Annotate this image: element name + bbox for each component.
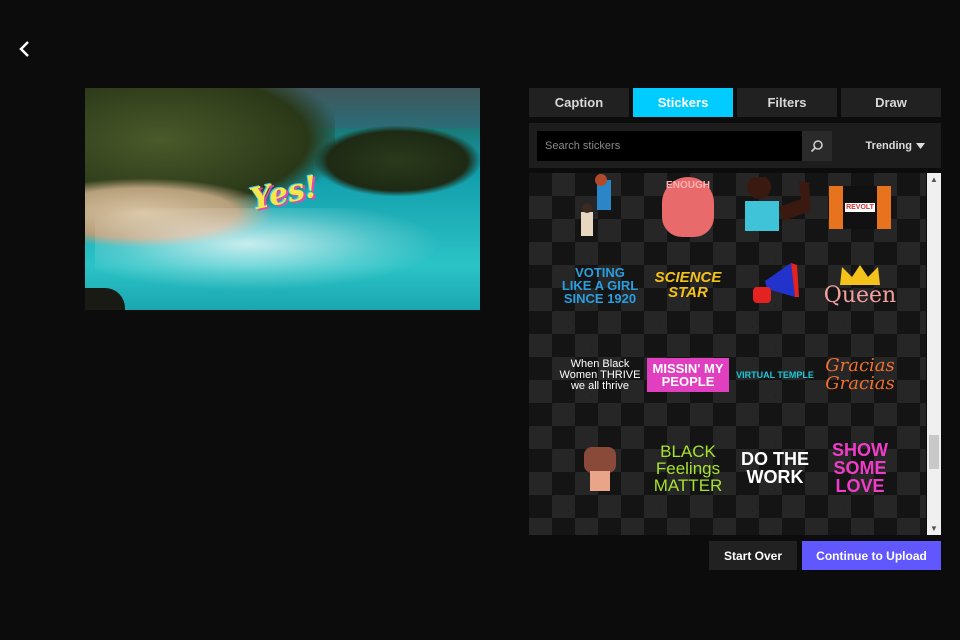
- sticker-missin-my-people[interactable]: MISSIN' MY PEOPLE: [647, 335, 729, 415]
- scrollbar-thumb[interactable]: [929, 435, 939, 469]
- raised-fist-icon: [584, 447, 616, 491]
- editor-tabs: Caption Stickers Filters Draw: [529, 88, 941, 117]
- tab-draw[interactable]: Draw: [841, 88, 941, 117]
- sticker-search-bar: Trending: [529, 123, 941, 168]
- tab-filters[interactable]: Filters: [737, 88, 837, 117]
- sticker-virtual-temple[interactable]: VIRTUAL TEMPLE: [734, 335, 816, 415]
- back-chevron-icon[interactable]: [14, 38, 36, 60]
- gif-preview: Yes!: [85, 88, 480, 310]
- sticker-voting[interactable]: VOTING LIKE A GIRL SINCE 1920: [559, 245, 641, 325]
- sticker-queen[interactable]: Queen: [819, 245, 901, 325]
- scroll-down-arrow-icon[interactable]: ▼: [930, 524, 938, 533]
- flexing-arm-icon: [745, 177, 811, 231]
- sticker-do-the-work[interactable]: DO THE WORK: [734, 428, 816, 508]
- crown-icon: [840, 265, 880, 285]
- sticker-thrive[interactable]: When Black Women THRIVE we all thrive: [559, 335, 641, 415]
- people-helping-icon: [581, 174, 611, 236]
- editor-panel: Caption Stickers Filters Draw Trending: [529, 88, 941, 168]
- search-input[interactable]: [537, 130, 802, 161]
- sticker-helping-hand[interactable]: [559, 173, 641, 247]
- sticker-raised-fist[interactable]: [559, 428, 641, 508]
- continue-to-upload-button[interactable]: Continue to Upload: [802, 541, 941, 570]
- search-icon: [810, 139, 823, 152]
- caret-down-icon: [916, 142, 925, 149]
- sticker-megaphone[interactable]: [734, 245, 816, 325]
- sticker-grid: ENOUGH REVOLT VOTING LIKE A GIRL SINCE 1…: [529, 173, 926, 535]
- sticker-lobsters[interactable]: REVOLT: [819, 173, 901, 247]
- sticker-heart[interactable]: ENOUGH: [647, 173, 729, 247]
- sticker-black-feelings-matter[interactable]: BLACK Feelings MATTER: [647, 428, 729, 508]
- megaphone-icon: [753, 263, 799, 303]
- scroll-up-arrow-icon[interactable]: ▲: [930, 175, 938, 184]
- sticker-science-star[interactable]: SCIENCE STAR: [647, 245, 729, 325]
- sticker-gracias[interactable]: Gracias Gracias: [819, 335, 901, 415]
- sort-dropdown[interactable]: Trending: [866, 140, 925, 152]
- sticker-flexing-woman[interactable]: [734, 173, 816, 247]
- tab-stickers[interactable]: Stickers: [633, 88, 733, 117]
- start-over-button[interactable]: Start Over: [709, 541, 797, 570]
- sticker-show-some-love[interactable]: SHOW SOME LOVE: [819, 428, 901, 508]
- search-button[interactable]: [802, 130, 832, 161]
- sticker-scrollbar[interactable]: ▲ ▼: [927, 173, 941, 535]
- tab-caption[interactable]: Caption: [529, 88, 629, 117]
- sort-label: Trending: [865, 139, 912, 152]
